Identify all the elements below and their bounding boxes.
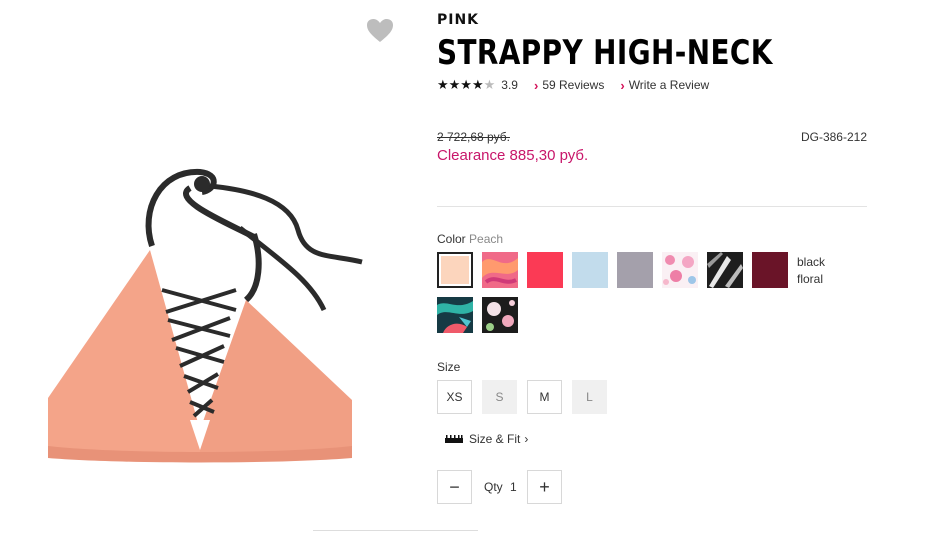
chevron-right-icon: › bbox=[533, 77, 539, 93]
swatch-fill bbox=[662, 252, 698, 288]
ruler-icon bbox=[445, 435, 463, 443]
chevron-right-icon: › bbox=[524, 432, 529, 446]
swatch-fill bbox=[482, 252, 518, 288]
size-and-fit-link[interactable]: Size & Fit › bbox=[445, 432, 528, 446]
color-label-text: Color bbox=[437, 232, 466, 246]
swatch-burgundy[interactable] bbox=[752, 252, 788, 288]
swatch-tooltip-line: floral bbox=[797, 272, 824, 286]
size-option-m[interactable]: M bbox=[527, 380, 562, 414]
write-review-label: Write a Review bbox=[628, 78, 710, 92]
product-image bbox=[48, 168, 363, 463]
chevron-right-icon: › bbox=[620, 77, 625, 93]
divider bbox=[313, 530, 478, 531]
size-option-s[interactable]: S bbox=[482, 380, 517, 414]
swatch-tooltip: black floral bbox=[797, 254, 825, 288]
swatch-fill bbox=[527, 252, 563, 288]
quantity-label: Qty bbox=[484, 480, 503, 494]
swatch-fill bbox=[441, 256, 469, 284]
swatch-fill bbox=[707, 252, 743, 288]
rating-row: ★★★★★ 3.9 › 59 Reviews › Write a Review bbox=[437, 77, 709, 93]
product-sku: DG-386-212 bbox=[800, 130, 867, 144]
swatch-coral-red[interactable] bbox=[527, 252, 563, 288]
quantity-value: 1 bbox=[510, 480, 517, 494]
swatch-fill bbox=[617, 252, 653, 288]
size-label: Size bbox=[437, 360, 461, 374]
heart-icon[interactable] bbox=[366, 18, 394, 44]
swatch-pink-print[interactable] bbox=[482, 252, 518, 288]
size-option-xs[interactable]: XS bbox=[437, 380, 472, 414]
selected-color-name: Peach bbox=[469, 232, 504, 246]
color-label: Color Peach bbox=[437, 232, 503, 246]
swatch-fill bbox=[752, 252, 788, 288]
swatch-fill bbox=[572, 252, 608, 288]
swatch-black-floral[interactable] bbox=[482, 297, 518, 333]
reviews-link[interactable]: › 59 Reviews bbox=[534, 78, 604, 93]
quantity-display: Qty 1 bbox=[484, 480, 517, 494]
reviews-link-label: 59 Reviews bbox=[542, 78, 605, 92]
swatch-peach[interactable] bbox=[437, 252, 473, 288]
swatch-tooltip-line: black bbox=[797, 255, 826, 269]
quantity-decrease-button[interactable]: − bbox=[437, 470, 472, 504]
original-price: 2 722,68 руб. bbox=[437, 130, 510, 144]
swatch-gray[interactable] bbox=[617, 252, 653, 288]
brand-name: PINK bbox=[437, 12, 480, 28]
product-title: STRAPPY HIGH-NECK bbox=[437, 33, 773, 73]
swatch-white-floral[interactable] bbox=[662, 252, 698, 288]
swatch-fill bbox=[482, 297, 518, 333]
sale-price: Clearance 885,30 руб. bbox=[437, 147, 589, 164]
size-and-fit-label: Size & Fit bbox=[469, 432, 521, 446]
rating-stars: ★★★★★ bbox=[437, 77, 496, 92]
size-option-l[interactable]: L bbox=[572, 380, 607, 414]
swatch-teal-tropical[interactable] bbox=[437, 297, 473, 333]
swatch-black-palm[interactable] bbox=[707, 252, 743, 288]
quantity-increase-button[interactable]: + bbox=[527, 470, 562, 504]
swatch-light-blue[interactable] bbox=[572, 252, 608, 288]
write-review-link[interactable]: › Write a Review bbox=[620, 78, 709, 93]
rating-value: 3.9 bbox=[501, 78, 518, 92]
star-empty-icon: ★ bbox=[483, 77, 496, 92]
swatch-fill bbox=[437, 297, 473, 333]
divider bbox=[437, 206, 867, 207]
